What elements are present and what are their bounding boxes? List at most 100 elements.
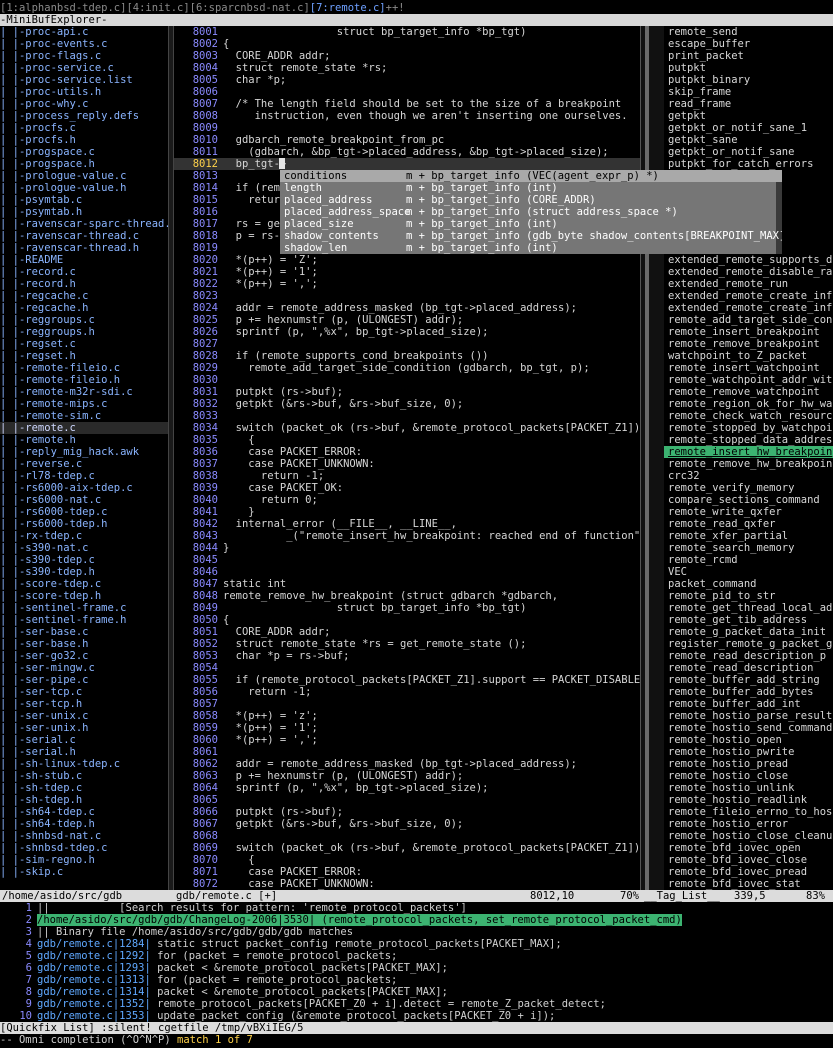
tag-list-item[interactable]: remote_bfd_iovec_close xyxy=(664,854,833,866)
window-separator-scrollbar[interactable] xyxy=(640,26,664,890)
tag-list-item[interactable]: getpkt_sane xyxy=(664,134,833,146)
code-line[interactable]: 8021 *(p++) = '1'; xyxy=(174,266,640,278)
code-line[interactable]: 8056 return -1; xyxy=(174,686,640,698)
code-line[interactable]: 8039 case PACKET_OK: xyxy=(174,482,640,494)
code-line[interactable]: 8068 xyxy=(174,830,640,842)
quickfix-entry[interactable]: 1 || [Search results for pattern: 'remote… xyxy=(0,902,833,914)
file-tree-item[interactable]: | |-sentinel-frame.h xyxy=(0,614,168,626)
tag-list-item[interactable]: remote_get_tib_address xyxy=(664,614,833,626)
file-tree-item[interactable]: | |-sentinel-frame.c xyxy=(0,602,168,614)
file-tree-item[interactable]: | |-record.h xyxy=(0,278,168,290)
code-line[interactable]: 8011 (gdbarch, &bp_tgt->placed_address, … xyxy=(174,146,640,158)
code-line[interactable]: 8052 struct remote_state *rs = get_remot… xyxy=(174,638,640,650)
completion-item[interactable]: placed_address m + bp_target_info (CORE_A… xyxy=(280,194,782,206)
code-line[interactable]: 8071 case PACKET_ERROR: xyxy=(174,866,640,878)
quickfix-entry[interactable]: 9 gdb/remote.c|1352| remote_protocol_pack… xyxy=(0,998,833,1010)
code-line[interactable]: 8050 { xyxy=(174,614,640,626)
completion-item[interactable]: conditions m + bp_target_info (VEC(agent_… xyxy=(280,170,782,182)
tag-list-item[interactable]: remote_search_memory xyxy=(664,542,833,554)
tab-3[interactable]: [6:sparcnbsd-nat.c] xyxy=(190,2,310,14)
file-tree-item[interactable]: | |-prologue-value.c xyxy=(0,170,168,182)
file-tree-item[interactable]: | |-ser-unix.h xyxy=(0,722,168,734)
tag-list-item[interactable]: remote_check_watch_resourc xyxy=(664,410,833,422)
tag-list-item[interactable]: remote_pid_to_str xyxy=(664,590,833,602)
code-line[interactable]: 8045 xyxy=(174,554,640,566)
file-tree-item[interactable]: | |-README xyxy=(0,254,168,266)
code-line[interactable]: 8005 char *p; xyxy=(174,74,640,86)
tag-list-item[interactable]: putpkt_binary xyxy=(664,74,833,86)
quickfix-entry[interactable]: 10 gdb/remote.c|1353| update_packet_confi… xyxy=(0,1010,833,1022)
tag-list-item[interactable]: remote_watchpoint_addr_wit xyxy=(664,374,833,386)
tag-list-item[interactable]: remote_bfd_iovec_stat xyxy=(664,878,833,890)
code-line[interactable]: 8041 } xyxy=(174,506,640,518)
file-tree-item[interactable]: | |-ser-tcp.c xyxy=(0,686,168,698)
code-line[interactable]: 8006 xyxy=(174,86,640,98)
tag-list-item[interactable]: remote_buffer_add_string xyxy=(664,674,833,686)
tag-list-item[interactable]: extended_remote_disable_ra xyxy=(664,266,833,278)
tag-list-item[interactable]: remote_read_description_p xyxy=(664,650,833,662)
code-editor-pane[interactable]: 8001 struct bp_target_info *bp_tgt) 8002{… xyxy=(174,26,640,890)
tag-list-item[interactable]: remote_hostio_readlink xyxy=(664,794,833,806)
tag-list-item[interactable]: register_remote_g_packet_g xyxy=(664,638,833,650)
code-line[interactable]: 8003 CORE_ADDR addr; xyxy=(174,50,640,62)
tag-list-item[interactable]: remote_g_packet_data_init xyxy=(664,626,833,638)
tag-list-item[interactable]: remote_rcmd xyxy=(664,554,833,566)
tag-list-item[interactable]: remote_hostio_close_cleanu xyxy=(664,830,833,842)
file-tree-item[interactable]: | |-s390-nat.c xyxy=(0,542,168,554)
file-tree-item[interactable]: | |-rl78-tdep.c xyxy=(0,470,168,482)
code-line[interactable]: 8064 sprintf (p, ",%x", bp_tgt->placed_s… xyxy=(174,782,640,794)
file-tree-item[interactable]: | |-sh64-tdep.h xyxy=(0,818,168,830)
tag-list-item[interactable]: extended_remote_create_inf xyxy=(664,302,833,314)
code-line[interactable]: 8048 remote_remove_hw_breakpoint (struct … xyxy=(174,590,640,602)
quickfix-list[interactable]: 1 || [Search results for pattern: 'remote… xyxy=(0,902,833,1022)
file-tree-item[interactable]: | |-rx-tdep.c xyxy=(0,530,168,542)
tag-list-item[interactable]: remote_read_description xyxy=(664,662,833,674)
tag-list-item[interactable]: watchpoint_to_Z_packet xyxy=(664,350,833,362)
file-tree-item[interactable]: | |-proc-utils.h xyxy=(0,86,168,98)
quickfix-entry[interactable]: 7 gdb/remote.c|1313| for (packet = remote… xyxy=(0,974,833,986)
completion-item[interactable]: shadow_contents m + bp_target_info (gdb_b… xyxy=(280,230,782,242)
file-tree-item[interactable]: | |-rs6000-tdep.c xyxy=(0,506,168,518)
file-tree-item[interactable]: | |-sh-tdep.c xyxy=(0,782,168,794)
code-line[interactable]: 8032 getpkt (&rs->buf, &rs->buf_size, 0)… xyxy=(174,398,640,410)
code-line[interactable]: 8023 xyxy=(174,290,640,302)
file-tree-item[interactable]: | |-skip.c xyxy=(0,866,168,878)
tag-list-item[interactable]: remote_verify_memory xyxy=(664,482,833,494)
file-tree-item[interactable]: | |-proc-service.c xyxy=(0,62,168,74)
tag-list-item[interactable]: remote_bfd_iovec_open xyxy=(664,842,833,854)
tag-list-item[interactable]: remote_write_qxfer xyxy=(664,506,833,518)
code-line[interactable]: 8008 instruction, even though we aren't … xyxy=(174,110,640,122)
file-tree-item[interactable]: | |-remote.c xyxy=(0,422,168,434)
code-line[interactable]: 8060 *(p++) = ','; xyxy=(174,734,640,746)
file-tree-item[interactable]: | |-psymtab.c xyxy=(0,194,168,206)
code-line[interactable]: 8067 getpkt (&rs->buf, &rs->buf_size, 0)… xyxy=(174,818,640,830)
quickfix-entry[interactable]: 4 gdb/remote.c|1284| static struct packet… xyxy=(0,938,833,950)
code-line[interactable]: 8040 return 0; xyxy=(174,494,640,506)
quickfix-entry[interactable]: 2/home/asido/src/gdb/gdb/ChangeLog-2006|… xyxy=(0,914,833,926)
completion-item[interactable]: placed_size m + bp_target_info (int) xyxy=(280,218,782,230)
file-tree-item[interactable]: | |-serial.c xyxy=(0,734,168,746)
tag-list-item[interactable]: remote_hostio_open xyxy=(664,734,833,746)
tag-list-item[interactable]: getpkt_or_notif_sane_1 xyxy=(664,122,833,134)
code-line[interactable]: 8009 xyxy=(174,122,640,134)
file-tree-item[interactable]: | |-score-tdep.h xyxy=(0,590,168,602)
file-tree-item[interactable]: | |-shnbsd-tdep.c xyxy=(0,842,168,854)
quickfix-entry[interactable]: 5 gdb/remote.c|1292| for (packet = remote… xyxy=(0,950,833,962)
code-line[interactable]: 8020 *(p++) = 'Z'; xyxy=(174,254,640,266)
file-tree-item[interactable]: | |-ravenscar-thread.c xyxy=(0,230,168,242)
tag-list-item[interactable]: remote_read_qxfer xyxy=(664,518,833,530)
file-tree-item[interactable]: | |-regcache.c xyxy=(0,290,168,302)
code-line[interactable]: 8046 xyxy=(174,566,640,578)
file-tree-item[interactable]: | |-procfs.c xyxy=(0,122,168,134)
file-tree-item[interactable]: | |-sh64-tdep.c xyxy=(0,806,168,818)
file-tree-item[interactable]: | |-proc-service.list xyxy=(0,74,168,86)
code-line[interactable]: 8024 addr = remote_address_masked (bp_tg… xyxy=(174,302,640,314)
file-tree-item[interactable]: | |-ravenscar-sparc-thread.c xyxy=(0,218,168,230)
code-line[interactable]: 8059 *(p++) = '1'; xyxy=(174,722,640,734)
tag-list-item[interactable]: skip_frame xyxy=(664,86,833,98)
tag-list-item[interactable]: remote_stopped_data_addres xyxy=(664,434,833,446)
code-line[interactable]: 8010 gdbarch_remote_breakpoint_from_pc xyxy=(174,134,640,146)
code-line[interactable]: 8037 case PACKET_UNKNOWN: xyxy=(174,458,640,470)
tag-list-item[interactable]: crc32 xyxy=(664,470,833,482)
file-tree-item[interactable]: | |-procfs.h xyxy=(0,134,168,146)
